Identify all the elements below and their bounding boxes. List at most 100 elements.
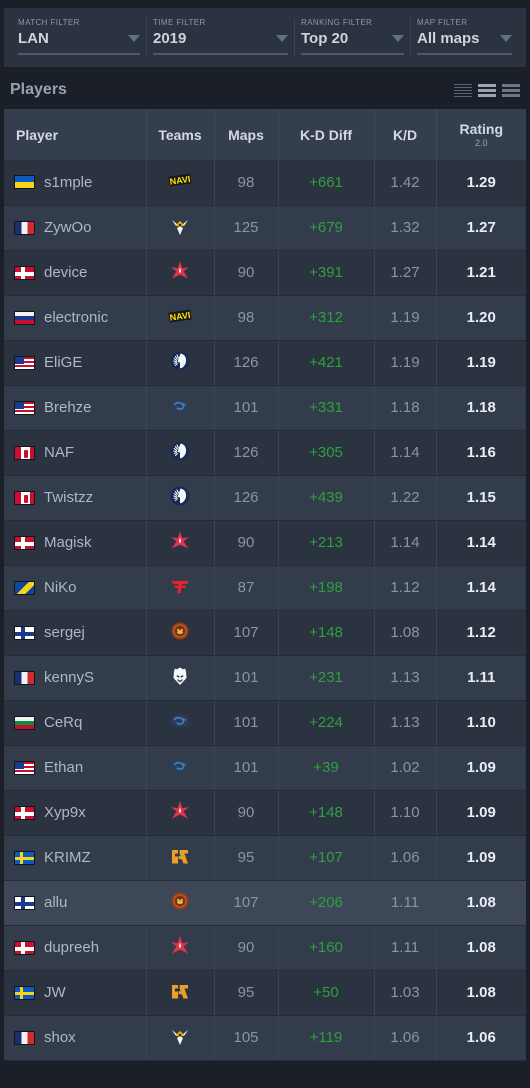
table-row[interactable]: Twistzz 126 +439 1.22 1.15 (4, 475, 526, 521)
filter-time-underline (153, 53, 288, 55)
table-row[interactable]: NiKo 87 +198 1.12 1.14 (4, 565, 526, 611)
cell-player[interactable]: kennyS (4, 655, 146, 701)
cell-team[interactable] (145, 520, 214, 566)
table-row[interactable]: device 90 +391 1.27 1.21 (4, 250, 526, 296)
table-row[interactable]: JW 95 +50 1.03 1.08 (4, 970, 526, 1016)
cell-kd: 1.12 (373, 565, 436, 611)
table-row[interactable]: dupreeh 90 +160 1.11 1.08 (4, 925, 526, 971)
cell-team[interactable] (145, 700, 214, 746)
filter-map[interactable]: MAP FILTER All maps (410, 18, 518, 55)
cell-player[interactable]: electronic (4, 295, 146, 341)
chevron-down-icon[interactable] (276, 35, 288, 42)
cell-kd-diff: +312 (277, 295, 374, 341)
table-row[interactable]: Magisk 90 +213 1.14 1.14 (4, 520, 526, 566)
cell-player[interactable]: sergej (4, 610, 146, 656)
cell-player[interactable]: EliGE (4, 340, 146, 386)
cell-team[interactable] (145, 475, 214, 521)
table-row[interactable]: s1mple NAVI 98 +661 1.42 1.29 (4, 160, 526, 206)
cell-team[interactable] (145, 970, 214, 1016)
list-wide-icon[interactable] (502, 83, 520, 97)
cell-player[interactable]: NAF (4, 430, 146, 476)
flag-fi-icon (14, 625, 35, 640)
cell-team[interactable] (145, 655, 214, 701)
list-normal-icon[interactable] (478, 83, 496, 97)
table-row[interactable]: CeRq 101 +224 1.13 1.10 (4, 700, 526, 746)
cell-maps: 126 (213, 475, 278, 521)
column-header-kd[interactable]: K/D (373, 109, 436, 160)
team-logo-evil-geniuses-icon (167, 709, 193, 733)
cell-kd-diff: +421 (277, 340, 374, 386)
column-header-maps[interactable]: Maps (213, 109, 278, 160)
cell-team[interactable] (145, 430, 214, 476)
column-header-player[interactable]: Player (4, 109, 146, 160)
list-compact-icon[interactable] (454, 83, 472, 97)
team-logo-ence-icon (167, 619, 193, 643)
cell-player[interactable]: CeRq (4, 700, 146, 746)
team-logo-evil-geniuses-icon (167, 394, 193, 418)
cell-player[interactable]: allu (4, 880, 146, 926)
chevron-down-icon[interactable] (500, 35, 512, 42)
table-row[interactable]: kennyS 101 +231 1.13 1.11 (4, 655, 526, 701)
flag-ua-icon (14, 175, 35, 190)
filter-time[interactable]: TIME FILTER 2019 (146, 18, 294, 55)
table-row[interactable]: Ethan 101 +39 1.02 1.09 (4, 745, 526, 791)
table-row[interactable]: shox 105 +119 1.06 1.06 (4, 1015, 526, 1061)
cell-team[interactable]: NAVI (145, 160, 214, 206)
cell-team[interactable] (145, 790, 214, 836)
cell-team[interactable] (145, 745, 214, 791)
table-row[interactable]: Brehze 101 +331 1.18 1.18 (4, 385, 526, 431)
cell-player[interactable]: NiKo (4, 565, 146, 611)
column-header-teams[interactable]: Teams (145, 109, 214, 160)
column-header-rating[interactable]: Rating 2.0 (435, 109, 526, 160)
table-row[interactable]: Xyp9x 90 +148 1.10 1.09 (4, 790, 526, 836)
chevron-down-icon[interactable] (128, 35, 140, 42)
cell-player[interactable]: device (4, 250, 146, 296)
cell-kd: 1.13 (373, 655, 436, 701)
table-row[interactable]: electronic NAVI 98 +312 1.19 1.20 (4, 295, 526, 341)
filter-match[interactable]: MATCH FILTER LAN (12, 18, 146, 55)
chevron-down-icon[interactable] (392, 35, 404, 42)
cell-player[interactable]: Ethan (4, 745, 146, 791)
cell-player[interactable]: ZywOo (4, 205, 146, 251)
cell-maps: 126 (213, 430, 278, 476)
player-name: Brehze (44, 399, 92, 416)
cell-kd: 1.14 (373, 430, 436, 476)
cell-player[interactable]: Twistzz (4, 475, 146, 521)
cell-team[interactable] (145, 250, 214, 296)
cell-team[interactable] (145, 835, 214, 881)
table-row[interactable]: KRIMZ 95 +107 1.06 1.09 (4, 835, 526, 881)
cell-team[interactable] (145, 880, 214, 926)
cell-player[interactable]: JW (4, 970, 146, 1016)
cell-team[interactable] (145, 1015, 214, 1061)
filter-map-value: All maps (417, 30, 480, 47)
cell-player[interactable]: Magisk (4, 520, 146, 566)
table-header: Player Teams Maps K-D Diff K/D Rating 2.… (4, 109, 526, 160)
cell-player[interactable]: Brehze (4, 385, 146, 431)
table-row[interactable]: NAF 126 +305 1.14 1.16 (4, 430, 526, 476)
cell-team[interactable] (145, 340, 214, 386)
cell-rating: 1.08 (435, 925, 526, 971)
column-header-kd-diff[interactable]: K-D Diff (277, 109, 374, 160)
filter-ranking[interactable]: RANKING FILTER Top 20 (294, 18, 410, 55)
flag-dk-icon (14, 265, 35, 280)
cell-team[interactable] (145, 610, 214, 656)
flag-se-icon (14, 850, 35, 865)
cell-team[interactable] (145, 205, 214, 251)
cell-team[interactable] (145, 385, 214, 431)
cell-kd: 1.08 (373, 610, 436, 656)
cell-team[interactable] (145, 565, 214, 611)
table-row[interactable]: ZywOo 125 +679 1.32 1.27 (4, 205, 526, 251)
cell-maps: 107 (213, 880, 278, 926)
cell-player[interactable]: Xyp9x (4, 790, 146, 836)
cell-team[interactable] (145, 925, 214, 971)
cell-team[interactable]: NAVI (145, 295, 214, 341)
cell-kd-diff: +148 (277, 610, 374, 656)
cell-player[interactable]: s1mple (4, 160, 146, 206)
table-row[interactable]: sergej 107 +148 1.08 1.12 (4, 610, 526, 656)
cell-player[interactable]: dupreeh (4, 925, 146, 971)
cell-player[interactable]: shox (4, 1015, 146, 1061)
cell-player[interactable]: KRIMZ (4, 835, 146, 881)
table-row[interactable]: allu 107 +206 1.11 1.08 (4, 880, 526, 926)
cell-kd: 1.13 (373, 700, 436, 746)
table-row[interactable]: EliGE 126 +421 1.19 1.19 (4, 340, 526, 386)
